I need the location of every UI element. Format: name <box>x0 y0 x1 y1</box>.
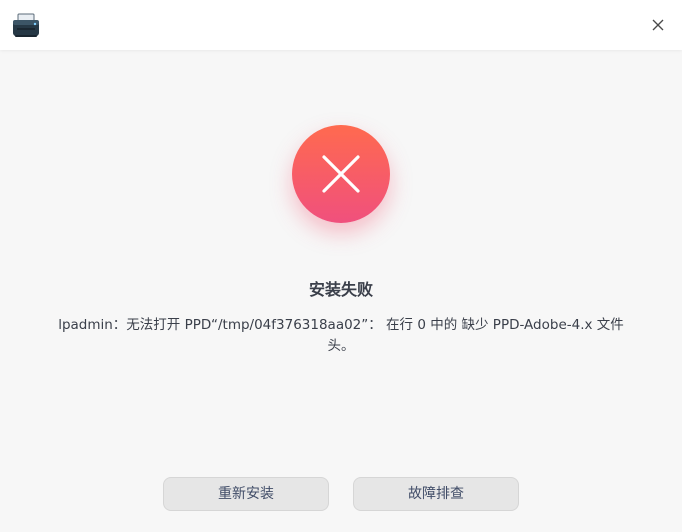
error-x-icon <box>292 125 390 223</box>
status-title: 安装失败 <box>308 280 373 299</box>
error-message: lpadmin：无法打开 PPD“/tmp/04f376318aa02”： 在行… <box>58 317 624 354</box>
close-icon[interactable] <box>648 15 668 35</box>
reinstall-button[interactable]: 重新安装 <box>163 477 329 511</box>
printer-icon <box>11 13 41 39</box>
title-bar <box>0 0 682 50</box>
troubleshoot-button[interactable]: 故障排查 <box>353 477 519 511</box>
